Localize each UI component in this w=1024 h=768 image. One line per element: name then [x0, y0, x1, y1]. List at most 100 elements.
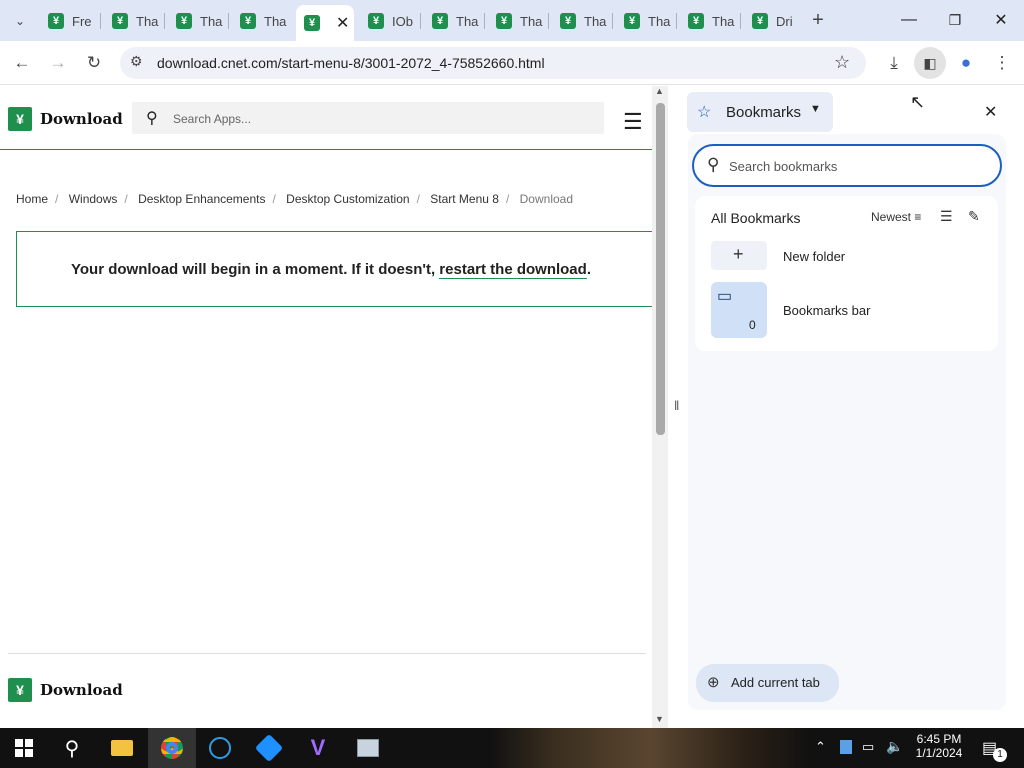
- tab-label: Tha: [584, 13, 607, 29]
- plus-icon: +: [733, 244, 744, 264]
- tab-12[interactable]: ¥ Dri: [752, 7, 793, 35]
- tab-label: Dri: [776, 13, 793, 29]
- cnet-favicon-icon: ¥: [752, 13, 768, 29]
- search-icon: ⚲: [146, 110, 158, 127]
- file-explorer-icon[interactable]: [98, 728, 146, 768]
- installer-app-icon[interactable]: [344, 728, 392, 768]
- show-hidden-icons-chevron-icon[interactable]: ⌃: [815, 739, 826, 755]
- breadcrumb-desktop-customization[interactable]: Desktop Customization: [286, 192, 409, 206]
- tab-4[interactable]: ¥ Tha: [240, 7, 286, 35]
- tab-1[interactable]: ¥ Fre: [48, 7, 92, 35]
- tab-9[interactable]: ¥ Tha: [560, 7, 606, 35]
- side-panel-resize-handle[interactable]: ‖: [674, 398, 679, 413]
- breadcrumb-download: Download: [519, 192, 574, 206]
- tab-6[interactable]: ¥ IOb: [368, 7, 413, 35]
- tab-label: Tha: [200, 13, 223, 29]
- back-arrow-icon[interactable]: ←: [10, 51, 34, 75]
- cnet-favicon-icon: ¥: [240, 13, 256, 29]
- bookmarks-bar-folder[interactable]: ▭ 0: [711, 282, 767, 338]
- breadcrumb-windows[interactable]: Windows: [69, 192, 118, 206]
- breadcrumb-start-menu-8[interactable]: Start Menu 8: [430, 192, 499, 206]
- tab-10[interactable]: ¥ Tha: [624, 7, 670, 35]
- site-search-input[interactable]: ⚲ Search Apps...: [132, 102, 604, 134]
- close-side-panel-icon[interactable]: ✕: [984, 102, 997, 122]
- cnet-favicon-icon: ¥: [304, 15, 320, 31]
- reload-icon[interactable]: ↻: [82, 51, 106, 75]
- tab-2[interactable]: ¥ Tha: [112, 7, 158, 35]
- profile-avatar-icon[interactable]: ●: [954, 51, 978, 75]
- network-icon[interactable]: ▭: [862, 739, 874, 755]
- tab-label: Tha: [456, 13, 479, 29]
- search-placeholder: Search Apps...: [173, 112, 252, 126]
- vivaldi-app-icon[interactable]: V: [294, 728, 342, 768]
- network-app-icon[interactable]: [196, 728, 244, 768]
- bookmarks-search-input[interactable]: ⚲ Search bookmarks: [692, 144, 1002, 187]
- download-logo-icon: ¥: [8, 678, 32, 702]
- clock[interactable]: 6:45 PM 1/1/2024: [908, 732, 970, 760]
- restart-download-link[interactable]: restart the download: [439, 261, 587, 279]
- address-bar[interactable]: ⚙ download.cnet.com/start-menu-8/3001-20…: [120, 47, 866, 79]
- tab-3[interactable]: ¥ Tha: [176, 7, 222, 35]
- taskbar-background-image: [490, 728, 810, 768]
- bookmark-star-icon[interactable]: ☆: [834, 52, 850, 73]
- notice-period: .: [586, 261, 591, 278]
- tab-separator: [228, 13, 229, 29]
- cnet-favicon-icon: ¥: [112, 13, 128, 29]
- folder-icon: ▭: [717, 288, 733, 305]
- scrollbar-thumb[interactable]: [656, 103, 665, 435]
- volume-muted-icon[interactable]: 🔈: [886, 738, 903, 755]
- start-windows-icon[interactable]: [0, 728, 48, 768]
- minimize-button[interactable]: —: [886, 0, 932, 40]
- search-icon[interactable]: ⚲: [48, 728, 96, 768]
- scroll-down-icon[interactable]: ▼: [655, 714, 664, 724]
- tab-5-active[interactable]: ¥ ✕: [296, 5, 354, 41]
- scroll-up-icon[interactable]: ▲: [655, 86, 664, 96]
- sort-button[interactable]: Newest ≡: [871, 210, 921, 224]
- tab-7[interactable]: ¥ Tha: [432, 7, 478, 35]
- site-info-icon[interactable]: ⚙: [130, 53, 143, 70]
- tab-label: Tha: [136, 13, 159, 29]
- bookmarks-panel-dropdown[interactable]: ☆ Bookmarks ▼: [687, 92, 833, 132]
- restore-button[interactable]: ❐: [932, 0, 978, 40]
- side-panel-icon[interactable]: ◧: [914, 47, 946, 79]
- tab-search-chevron-icon[interactable]: ⌄: [8, 9, 32, 33]
- cnet-favicon-icon: ¥: [688, 13, 704, 29]
- tab-label: IOb: [392, 13, 413, 29]
- tab-11[interactable]: ¥ Tha: [688, 7, 734, 35]
- windows-taskbar: ⚲ V ⌃ ▭ 🔈 6:45 PM 1/1/2024 ▤ 1: [0, 728, 1024, 768]
- cnet-favicon-icon: ¥: [560, 13, 576, 29]
- notification-count-badge: 1: [993, 748, 1007, 762]
- store-app-icon[interactable]: [245, 728, 293, 768]
- sort-label: Newest: [871, 210, 912, 224]
- footer-logo[interactable]: ¥ Download: [8, 678, 123, 702]
- footer-logo-text: Download: [40, 681, 123, 699]
- bookmarks-bar-label[interactable]: Bookmarks bar: [783, 303, 870, 318]
- forward-arrow-icon[interactable]: →: [46, 51, 70, 75]
- edit-pencil-icon[interactable]: ✎: [968, 208, 980, 225]
- site-logo[interactable]: ¥ Download: [8, 107, 123, 131]
- url-text: download.cnet.com/start-menu-8/3001-2072…: [157, 55, 545, 71]
- all-bookmarks-heading: All Bookmarks: [711, 210, 801, 226]
- chrome-icon[interactable]: [148, 728, 196, 768]
- bookmarks-list-card: All Bookmarks Newest ≡ ☰ ✎ + New folder …: [695, 196, 998, 351]
- breadcrumb-home[interactable]: Home: [16, 192, 48, 206]
- tab-8[interactable]: ¥ Tha: [496, 7, 542, 35]
- cnet-favicon-icon: ¥: [368, 13, 384, 29]
- add-current-tab-button[interactable]: ⊕ Add current tab: [696, 664, 839, 702]
- cnet-favicon-icon: ¥: [176, 13, 192, 29]
- new-folder-button[interactable]: +: [711, 241, 767, 270]
- tab-label: Tha: [520, 13, 543, 29]
- breadcrumb-desktop-enhancements[interactable]: Desktop Enhancements: [138, 192, 265, 206]
- close-window-button[interactable]: ✕: [978, 0, 1024, 40]
- close-tab-icon[interactable]: ✕: [336, 13, 349, 33]
- more-menu-icon[interactable]: ⋮: [990, 51, 1014, 75]
- downloads-icon[interactable]: ⤓: [882, 51, 906, 75]
- tab-separator: [612, 13, 613, 29]
- list-view-icon[interactable]: ☰: [940, 208, 953, 225]
- mouse-cursor-icon: ↖: [910, 92, 926, 112]
- new-tab-plus-icon[interactable]: +: [806, 8, 830, 32]
- tray-app-icon[interactable]: [840, 740, 852, 754]
- web-page: ¥ Download ⚲ Search Apps... ☰ Home / Wind…: [0, 86, 668, 728]
- hamburger-menu-icon[interactable]: ☰: [623, 109, 643, 135]
- new-folder-label[interactable]: New folder: [783, 249, 845, 264]
